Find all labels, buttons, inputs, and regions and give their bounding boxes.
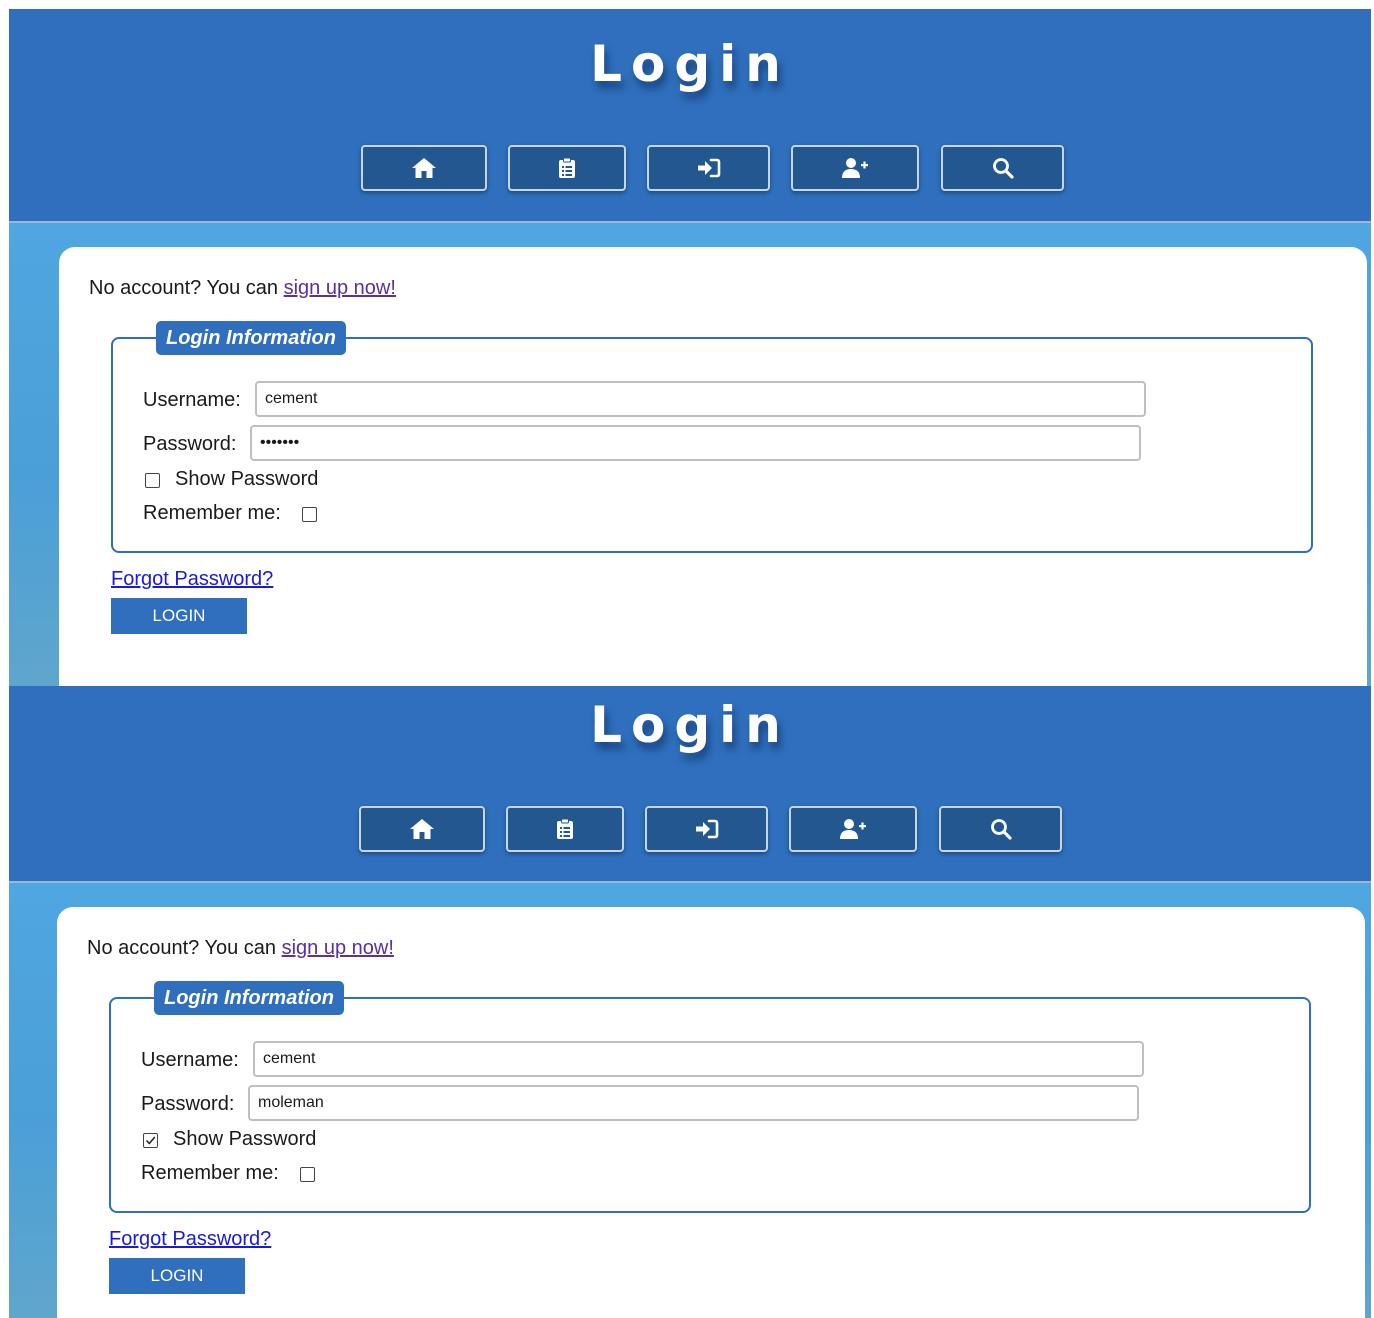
nav-search-button[interactable] [939, 806, 1062, 852]
signup-prompt: No account? You can sign up now! [87, 937, 394, 960]
login-button[interactable]: LOGIN [109, 1258, 245, 1294]
home-icon [410, 819, 434, 839]
search-icon [990, 819, 1012, 840]
signup-link[interactable]: sign up now! [284, 277, 396, 299]
clipboard-icon [557, 818, 573, 839]
show-password-label: Show Password [173, 1128, 317, 1150]
remember-me-label: Remember me: [141, 1162, 279, 1184]
nav-clipboard-button[interactable] [508, 145, 626, 191]
nav-login-button[interactable] [645, 806, 768, 852]
password-label: Password: [143, 433, 237, 455]
sign-in-icon [695, 819, 718, 839]
username-input[interactable]: cement [255, 381, 1146, 417]
user-plus-icon [840, 819, 866, 839]
site-header: Login [9, 686, 1371, 883]
login-information-fieldset: Login Information Username: cement Passw… [111, 321, 1313, 553]
nav-login-button[interactable] [647, 145, 770, 191]
signup-link[interactable]: sign up now! [282, 937, 394, 959]
signup-prompt: No account? You can sign up now! [89, 277, 396, 300]
username-value: cement [265, 390, 318, 407]
login-card: No account? You can sign up now! Login I… [57, 907, 1365, 1318]
nav-home-button[interactable] [361, 145, 487, 191]
sign-in-icon [697, 158, 720, 178]
nav-home-button[interactable] [359, 806, 485, 852]
clipboard-icon [559, 157, 575, 178]
username-input[interactable]: cement [253, 1041, 1144, 1077]
login-card: No account? You can sign up now! Login I… [59, 247, 1367, 686]
password-label: Password: [141, 1093, 235, 1115]
login-information-fieldset: Login Information Username: cement Passw… [109, 981, 1311, 1213]
page-title: Login [590, 35, 790, 93]
forgot-password-link[interactable]: Forgot Password? [111, 568, 273, 591]
show-password-label: Show Password [175, 468, 319, 490]
remember-me-label: Remember me: [143, 502, 281, 524]
fieldset-legend: Login Information [156, 321, 346, 355]
search-icon [992, 158, 1014, 179]
username-label: Username: [141, 1049, 239, 1071]
login-button[interactable]: LOGIN [111, 598, 247, 634]
username-label: Username: [143, 389, 241, 411]
nav-register-button[interactable] [789, 806, 917, 852]
nav-clipboard-button[interactable] [506, 806, 624, 852]
nav-search-button[interactable] [941, 145, 1064, 191]
page-title: Login [590, 696, 790, 754]
signup-prompt-text: No account? You can [89, 277, 284, 299]
checkmark-icon [145, 1136, 156, 1145]
password-input[interactable]: ••••••• [250, 425, 1141, 461]
password-value: moleman [258, 1094, 324, 1111]
site-header: Login [9, 9, 1371, 223]
nav-register-button[interactable] [791, 145, 919, 191]
login-screen-unmasked-password-hidden: Login No account? You can sign up now! L… [9, 9, 1371, 686]
password-value: ••••••• [260, 434, 300, 451]
signup-prompt-text: No account? You can [87, 937, 282, 959]
login-screen-password-shown: Login No account? You can sign up now! L… [9, 686, 1371, 1318]
user-plus-icon [842, 158, 868, 178]
content-background: No account? You can sign up now! Login I… [9, 223, 1371, 686]
home-icon [412, 158, 436, 178]
show-password-checkbox[interactable] [143, 1133, 158, 1148]
remember-me-checkbox[interactable] [300, 1167, 315, 1182]
username-value: cement [263, 1050, 316, 1067]
show-password-checkbox[interactable] [145, 473, 160, 488]
forgot-password-link[interactable]: Forgot Password? [109, 1228, 271, 1251]
password-input[interactable]: moleman [248, 1085, 1139, 1121]
content-background: No account? You can sign up now! Login I… [9, 883, 1371, 1318]
fieldset-legend: Login Information [154, 981, 344, 1015]
remember-me-checkbox[interactable] [302, 507, 317, 522]
